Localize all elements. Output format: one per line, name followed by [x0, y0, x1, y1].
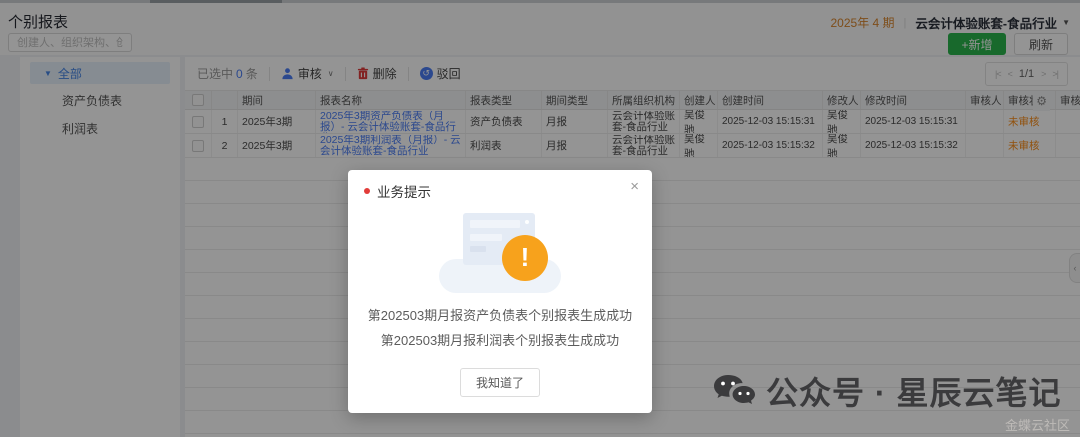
- notice-line: 第202503期月报利润表个别报表生成成功: [348, 328, 652, 353]
- close-icon[interactable]: ×: [630, 179, 639, 194]
- doc-line: [470, 234, 502, 241]
- doc-line: [470, 246, 486, 252]
- exclamation-badge-icon: !: [502, 235, 548, 281]
- app-window: 个别报表 2025年 4 期 | 云会计体验账套-食品行业 ▼ +新增 刷新 ▼…: [0, 0, 1080, 437]
- dialog-header: 业务提示: [348, 170, 652, 205]
- notice-illustration: !: [425, 213, 575, 295]
- doc-dot: [525, 220, 529, 224]
- confirm-button[interactable]: 我知道了: [460, 368, 540, 397]
- business-notice-dialog: 业务提示 × ! 第202503期月报资产负债表个别报表生成成功 第202503…: [348, 170, 652, 413]
- red-dot-icon: [364, 188, 370, 194]
- dialog-footer: 我知道了: [348, 368, 652, 397]
- dialog-title: 业务提示: [377, 181, 431, 201]
- doc-line: [470, 220, 520, 228]
- notice-messages: 第202503期月报资产负债表个别报表生成成功 第202503期月报利润表个别报…: [348, 303, 652, 353]
- notice-line: 第202503期月报资产负债表个别报表生成成功: [348, 303, 652, 328]
